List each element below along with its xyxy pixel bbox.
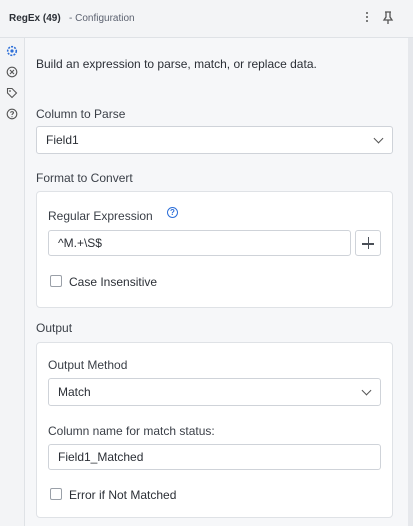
column-to-parse-label: Column to Parse	[36, 107, 126, 121]
tool-title: RegEx (49)	[9, 13, 61, 24]
case-insensitive-label: Case Insensitive	[69, 275, 158, 289]
column-to-parse-select[interactable]: Field1	[36, 126, 393, 154]
help-circle-icon[interactable]	[6, 107, 18, 120]
title-bar: RegEx (49) - Configuration	[0, 0, 413, 38]
tool-description: Build an expression to parse, match, or …	[36, 57, 317, 71]
column-name-value: Field1_Matched	[58, 450, 144, 464]
info-icon[interactable]: ?	[167, 207, 178, 218]
tool-subtitle: - Configuration	[69, 13, 135, 24]
tag-icon[interactable]	[6, 86, 18, 99]
chevron-down-icon	[361, 385, 372, 396]
gear-icon[interactable]	[6, 44, 18, 57]
error-if-not-matched-label: Error if Not Matched	[69, 488, 177, 502]
close-circle-icon[interactable]	[6, 65, 18, 78]
output-method-value: Match	[58, 385, 91, 399]
error-if-not-matched-checkbox[interactable]	[50, 488, 62, 500]
regex-label: Regular Expression	[48, 209, 153, 223]
regex-input[interactable]: ^M.+\S$	[48, 230, 351, 256]
more-options-icon[interactable]	[363, 10, 371, 26]
panel-edge	[408, 38, 413, 526]
case-insensitive-checkbox[interactable]	[50, 275, 62, 287]
column-name-label: Column name for match status:	[48, 424, 215, 438]
side-rail	[0, 38, 24, 526]
format-to-convert-title: Format to Convert	[36, 171, 133, 185]
chevron-down-icon	[373, 133, 384, 144]
output-method-label: Output Method	[48, 358, 128, 372]
regex-value: ^M.+\S$	[58, 236, 102, 250]
add-expression-button[interactable]	[355, 230, 381, 256]
pin-icon[interactable]	[382, 11, 394, 25]
output-method-select[interactable]: Match	[48, 378, 381, 406]
output-title: Output	[36, 321, 73, 335]
column-to-parse-value: Field1	[46, 133, 79, 147]
column-name-input[interactable]: Field1_Matched	[48, 444, 381, 470]
